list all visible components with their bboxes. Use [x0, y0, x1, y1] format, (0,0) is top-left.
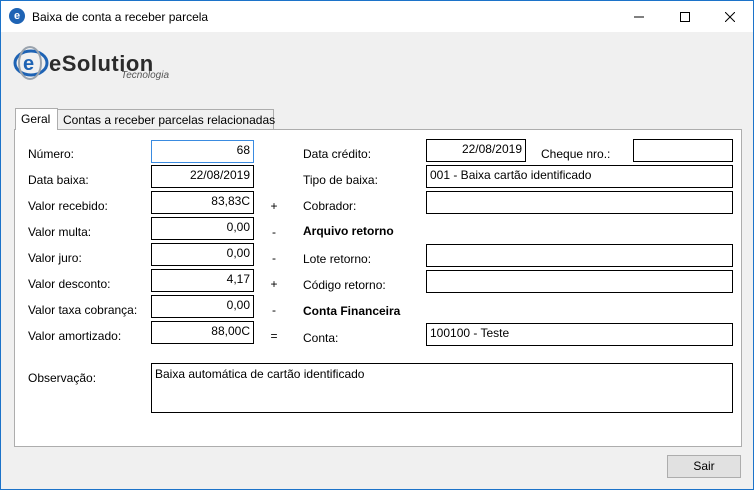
- conta-field[interactable]: 100100 - Teste: [426, 323, 733, 346]
- valor-multa-field[interactable]: 0,00: [151, 217, 254, 240]
- cobrador-field[interactable]: [426, 191, 733, 214]
- valor-amortizado-field[interactable]: 88,00C: [151, 321, 254, 344]
- tab-geral[interactable]: Geral: [15, 108, 58, 130]
- tipo-baixa-label: Tipo de baixa:: [303, 173, 378, 187]
- close-button[interactable]: [707, 1, 753, 32]
- valor-recebido-label: Valor recebido:: [28, 199, 108, 213]
- data-baixa-label: Data baixa:: [28, 173, 89, 187]
- logo-e-icon: e: [13, 46, 49, 80]
- cheque-field[interactable]: [633, 139, 733, 162]
- observacao-textarea[interactable]: Baixa automática de cartão identificado: [151, 363, 733, 413]
- window-title: Baixa de conta a receber parcela: [32, 10, 209, 24]
- conta-label: Conta:: [303, 331, 339, 345]
- valor-recebido-field[interactable]: 83,83C: [151, 191, 254, 214]
- svg-text:e: e: [23, 53, 34, 75]
- app-icon: e: [9, 8, 25, 24]
- valor-recebido-operator: +: [270, 199, 278, 213]
- data-credito-field[interactable]: 22/08/2019: [426, 139, 526, 162]
- valor-juro-field[interactable]: 0,00: [151, 243, 254, 266]
- data-baixa-field[interactable]: 22/08/2019: [151, 165, 254, 188]
- valor-amortizado-operator: =: [270, 329, 278, 343]
- codigo-retorno-label: Código retorno:: [303, 278, 386, 292]
- numero-label: Número:: [28, 147, 75, 161]
- valor-multa-operator: -: [272, 225, 276, 239]
- sair-button[interactable]: Sair: [667, 455, 741, 478]
- valor-desconto-operator: +: [270, 277, 278, 291]
- company-logo: e eSolution Tecnologia: [13, 43, 193, 83]
- title-bar[interactable]: e Baixa de conta a receber parcela: [1, 1, 753, 32]
- valor-amortizado-label: Valor amortizado:: [28, 329, 122, 343]
- minimize-icon: [634, 16, 644, 17]
- dialog-window: e Baixa de conta a receber parcela e eSo…: [0, 0, 754, 490]
- valor-desconto-label: Valor desconto:: [28, 277, 111, 291]
- maximize-icon: [680, 11, 690, 22]
- observacao-label: Observação:: [28, 371, 97, 385]
- codigo-retorno-field[interactable]: [426, 270, 733, 293]
- cheque-label: Cheque nro.:: [541, 147, 611, 161]
- cobrador-label: Cobrador:: [303, 199, 357, 213]
- data-credito-label: Data crédito:: [303, 147, 372, 161]
- logo-tagline: Tecnologia: [121, 70, 170, 81]
- valor-taxa-operator: -: [272, 303, 276, 317]
- valor-taxa-field[interactable]: 0,00: [151, 295, 254, 318]
- conta-financeira-heading: Conta Financeira: [303, 304, 401, 318]
- valor-juro-operator: -: [272, 251, 276, 265]
- valor-desconto-field[interactable]: 4,17: [151, 269, 254, 292]
- tipo-baixa-field[interactable]: 001 - Baixa cartão identificado: [426, 165, 733, 188]
- arquivo-retorno-heading: Arquivo retorno: [303, 224, 394, 238]
- valor-taxa-label: Valor taxa cobrança:: [28, 303, 138, 317]
- valor-juro-label: Valor juro:: [28, 251, 82, 265]
- tab-contas-relacionadas[interactable]: Contas a receber parcelas relacionadas: [57, 109, 275, 130]
- maximize-button[interactable]: [662, 1, 708, 32]
- lote-retorno-field[interactable]: [426, 244, 733, 267]
- minimize-button[interactable]: [616, 1, 662, 32]
- valor-multa-label: Valor multa:: [28, 225, 92, 239]
- lote-retorno-label: Lote retorno:: [303, 252, 372, 266]
- numero-field[interactable]: 68: [151, 140, 254, 163]
- close-icon: [725, 11, 735, 22]
